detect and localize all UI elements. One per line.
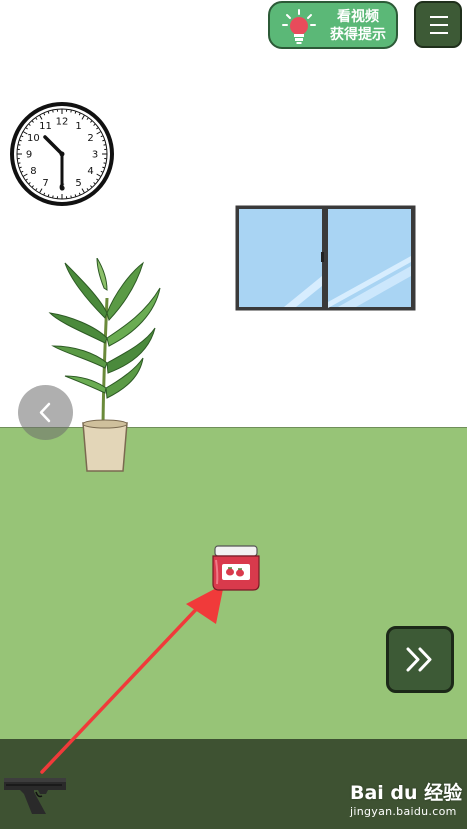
clock-numeral: 9	[26, 150, 32, 161]
clock-tick	[19, 166, 22, 169]
baidu-jingyan-watermark: Bai du 经验 jingyan.baidu.com	[350, 778, 462, 824]
watch-video-hint-button[interactable]: 看视频 获得提示	[268, 1, 398, 49]
clock-tick	[102, 166, 105, 169]
hint-button-line1: 看视频	[337, 9, 379, 25]
watermark-url: jingyan.baidu.com	[350, 805, 457, 818]
clock-numeral: 7	[42, 178, 48, 189]
clock-numeral: 1	[75, 121, 81, 132]
clock-tick	[74, 194, 77, 197]
next-button[interactable]	[386, 626, 454, 693]
clock-tick	[19, 139, 22, 142]
clock-numeral: 2	[87, 133, 93, 144]
clock-numeral: 8	[30, 166, 36, 177]
chevron-left-icon	[39, 402, 51, 423]
watermark-logo: Bai du 经验	[350, 782, 463, 804]
clock-tick	[102, 139, 105, 142]
clock-numeral: 4	[87, 166, 93, 177]
annotation-arrow	[40, 584, 224, 774]
clock-tick	[74, 111, 77, 114]
clock-tick	[47, 111, 50, 114]
potted-plant[interactable]	[45, 258, 165, 474]
clock-tick	[47, 194, 50, 197]
menu-button[interactable]	[414, 1, 462, 48]
double-chevron-right-icon	[406, 647, 432, 672]
hint-button-line2: 获得提示	[330, 27, 386, 43]
clock-numeral: 10	[27, 133, 40, 144]
pistol-inventory-item[interactable]	[2, 772, 68, 816]
clock-numeral: 5	[75, 178, 81, 189]
clock-numeral: 12	[56, 117, 69, 128]
window[interactable]	[234, 204, 417, 312]
lightbulb-icon	[282, 9, 316, 44]
clock-numeral: 3	[92, 150, 98, 161]
jam-jar[interactable]	[210, 544, 262, 592]
back-button[interactable]	[18, 385, 73, 440]
wall-clock[interactable]: 121234567891011	[9, 101, 115, 207]
clock-numeral: 11	[39, 121, 52, 132]
